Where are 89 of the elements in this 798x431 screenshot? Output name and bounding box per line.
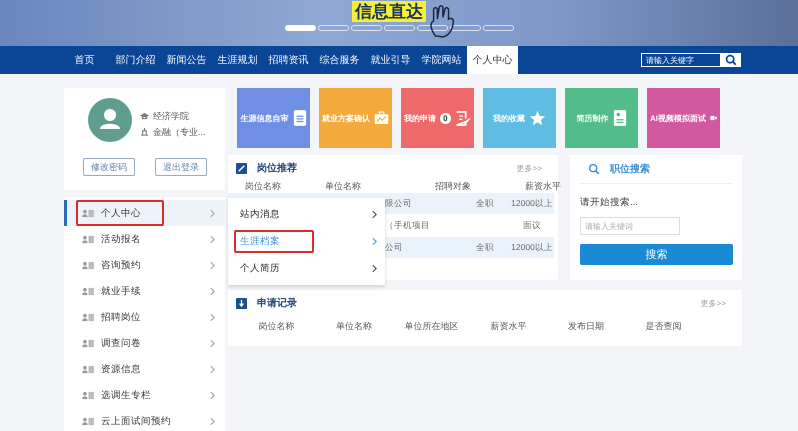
user-card-icon [82, 416, 95, 426]
chevron-right-icon [210, 364, 215, 374]
submenu-item[interactable]: 站内消息 [228, 201, 385, 228]
column-header: 岗位名称 [258, 320, 296, 333]
nav-tab[interactable]: 就业引导 [365, 46, 416, 74]
user-card-icon [82, 390, 95, 400]
column-header: 岗位名称 [245, 180, 281, 193]
avatar-icon [88, 98, 132, 142]
chevron-right-icon [210, 260, 215, 270]
chevron-right-icon [210, 390, 215, 400]
column-header: 薪资水平 [525, 180, 561, 193]
nav-tab[interactable]: 综合服务 [314, 46, 365, 74]
search-prompt: 请开始搜索... [580, 196, 639, 209]
count-badge: 0 [440, 112, 451, 124]
card-title: 职位搜索 [610, 162, 651, 176]
sidebar-item[interactable]: 活动报名 [64, 226, 225, 252]
user-card-icon [82, 338, 95, 348]
profile-button[interactable]: 退出登录 [155, 158, 207, 176]
column-header: 是否查阅 [644, 320, 682, 333]
major-name: 金融（专业... [153, 126, 206, 138]
user-card-icon [82, 234, 95, 244]
card-title: 申请记录 [257, 296, 298, 310]
nav-tab[interactable]: 个人中心 [467, 46, 518, 74]
user-card-icon [82, 364, 95, 374]
profile-button[interactable]: 修改密码 [83, 158, 135, 176]
chevron-right-icon [210, 416, 215, 426]
keyword-field[interactable]: 请输入关键词 [580, 217, 680, 235]
column-header: 发布日期 [566, 320, 605, 333]
banner-headline: 信息直达 [352, 1, 426, 22]
column-header: 单位名称 [334, 320, 373, 333]
sidebar-item[interactable]: 招聘岗位 [64, 304, 225, 330]
column-header: 招聘对象 [435, 180, 471, 193]
resume-icon [612, 109, 626, 127]
chevron-right-icon [210, 234, 215, 244]
sidebar-item[interactable]: 选调生专栏 [64, 382, 225, 408]
edit-icon [236, 162, 247, 174]
submenu-item[interactable]: 生涯档案 [228, 228, 385, 255]
search-button[interactable] [721, 53, 741, 67]
sidebar-item[interactable]: 云上面试间预约 [64, 408, 225, 431]
column-header: 单位所在地区 [403, 320, 460, 333]
table-cell: 12000以上 [510, 198, 554, 210]
sidebar-item[interactable]: 调查问卷 [64, 330, 225, 356]
search-icon [588, 163, 600, 175]
user-card-icon [82, 286, 95, 296]
chevron-right-icon [210, 208, 215, 218]
briefcase-chart-icon [374, 110, 389, 126]
download-icon [236, 298, 247, 308]
sidebar-item[interactable]: 就业手续 [64, 278, 225, 304]
column-header: 单位名称 [325, 180, 361, 193]
nav-tab[interactable]: 招聘资讯 [263, 46, 314, 74]
chevron-right-icon [210, 312, 215, 322]
table-cell-text: 公司 [385, 242, 404, 254]
search-field[interactable]: 请输入关键字 [641, 53, 721, 67]
feature-tile[interactable]: 我的申请 0 [401, 88, 474, 148]
search-button[interactable]: 搜索 [580, 244, 733, 265]
document-edit-icon [454, 110, 471, 126]
nav-tab[interactable]: 部门介绍 [110, 46, 161, 74]
sidebar-item[interactable]: 个人中心 [64, 200, 225, 226]
document-icon [292, 109, 306, 127]
nav-tab[interactable]: 新闻公告 [161, 46, 212, 74]
user-card-icon [82, 312, 95, 322]
star-icon [529, 110, 546, 126]
chevron-right-icon [372, 237, 377, 246]
chevron-right-icon [372, 264, 377, 273]
user-card-icon [82, 208, 95, 218]
table-cell-text: 限公司 [385, 198, 413, 210]
chevron-right-icon [372, 210, 377, 219]
nav-tab[interactable]: 生涯规划 [212, 46, 263, 74]
sidebar-item[interactable]: 咨询预约 [64, 252, 225, 278]
column-header: 薪资水平 [490, 320, 528, 333]
nav-tab[interactable]: 首页 [59, 46, 110, 74]
chevron-right-icon [210, 338, 215, 348]
table-cell-text: 全职 [475, 242, 495, 254]
user-card-icon [82, 260, 95, 270]
feature-tile[interactable]: AI视频模拟面试 [647, 88, 720, 148]
chevron-right-icon [210, 286, 215, 296]
table-cell-text: 面议 [522, 220, 542, 232]
table-cell-text: （手机项目 [385, 220, 431, 232]
graduation-cap-icon [140, 112, 149, 120]
search-icon [725, 54, 737, 66]
card-title: 岗位推荐 [257, 162, 298, 175]
sidebar-item[interactable]: 资源信息 [64, 356, 225, 382]
table-cell: 12000以上 [510, 242, 554, 254]
nav-tab[interactable]: 学院网站 [416, 46, 467, 74]
building-icon [140, 128, 149, 136]
college-name: 经济学院 [153, 110, 189, 122]
table-cell-text: 全职 [475, 198, 495, 210]
submenu-item[interactable]: 个人简历 [228, 255, 385, 282]
hand-pointer-icon [428, 4, 456, 38]
